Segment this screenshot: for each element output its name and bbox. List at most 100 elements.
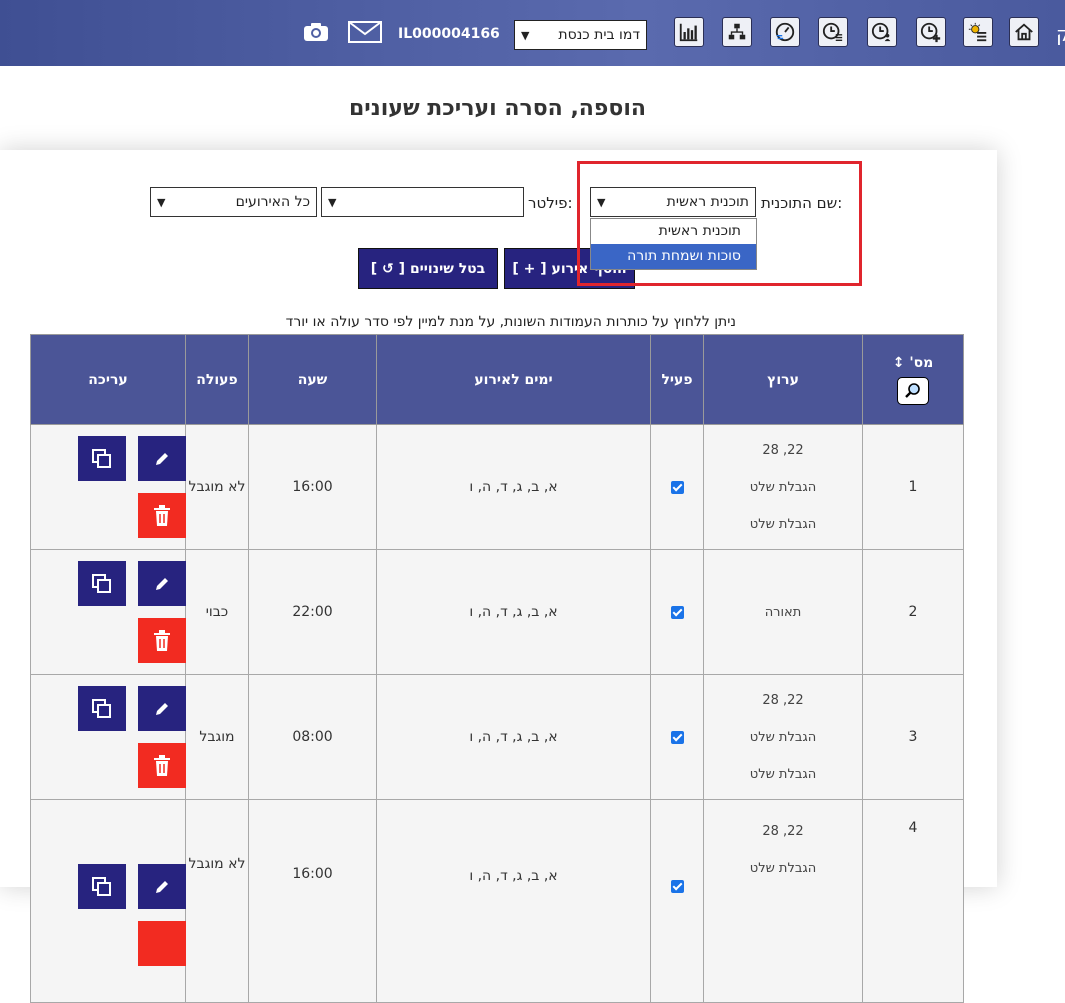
- row-time: 16:00: [248, 799, 377, 1003]
- trash-icon: [154, 504, 170, 526]
- column-header-active[interactable]: פעיל: [650, 334, 704, 425]
- route-line: הגבלת שלט: [749, 479, 817, 495]
- column-header-number[interactable]: מס' ↕: [862, 334, 964, 425]
- home-icon[interactable]: [1009, 17, 1039, 47]
- events-select-value: כל האירועים: [235, 194, 310, 210]
- synagogue-select-value: דמו בית כנסת: [558, 27, 640, 43]
- table-row: 3 22, 28 הגבלת שלט הגבלת שלט א, ב, ג, ד,…: [30, 674, 964, 800]
- highlight-box: [577, 161, 862, 286]
- column-header-action[interactable]: פעולה: [185, 334, 249, 425]
- row-action: לא מוגבל: [185, 799, 249, 1003]
- pencil-icon: [156, 702, 168, 715]
- row-days: א, ב, ג, ד, ה, ו: [376, 674, 651, 800]
- chevron-down-icon: ▼: [157, 195, 166, 209]
- column-header-number-label: מס' ↕: [892, 354, 934, 371]
- speed-timer-icon[interactable]: [770, 17, 800, 47]
- page-title: הוספה, הסרה ועריכת שעונים: [348, 96, 647, 121]
- route-line: הגבלת שלט: [749, 766, 817, 782]
- synagogue-select[interactable]: ▼ דמו בית כנסת: [514, 20, 647, 50]
- row-route: 22, 28 הגבלת שלט הגבלת שלט: [703, 424, 863, 550]
- delete-button[interactable]: [138, 493, 186, 538]
- route-line: תאורה: [764, 604, 802, 620]
- topbar-edge-text: ק: [1056, 22, 1065, 46]
- account-id: IL000004166: [398, 26, 500, 42]
- trash-icon: [154, 754, 170, 776]
- copy-icon: [92, 448, 111, 468]
- clock-add-icon[interactable]: [916, 17, 946, 47]
- row-days: א, ב, ג, ד, ה, ו: [376, 549, 651, 675]
- column-header-edit[interactable]: עריכה: [30, 334, 186, 425]
- clock-person-icon[interactable]: [867, 17, 897, 47]
- route-line: 22, 28: [762, 824, 804, 839]
- duplicate-button[interactable]: [78, 686, 126, 731]
- bar-chart-icon[interactable]: [674, 17, 704, 47]
- row-time: 08:00: [248, 674, 377, 800]
- row-edit-cell: [30, 424, 186, 550]
- row-days: א, ב, ג, ד, ה, ו: [376, 424, 651, 550]
- row-time: 16:00: [248, 424, 377, 550]
- pencil-icon: [156, 452, 168, 465]
- row-route: 22, 28 הגבלת שלט: [703, 799, 863, 1003]
- row-action: מוגבל: [185, 674, 249, 800]
- chevron-down-icon: ▼: [328, 195, 337, 209]
- sitemap-icon[interactable]: [722, 17, 752, 47]
- route-line: 22, 28: [762, 442, 804, 458]
- delete-button[interactable]: [138, 618, 186, 663]
- events-select[interactable]: ▼ כל האירועים: [150, 187, 317, 217]
- edit-button[interactable]: [138, 686, 186, 731]
- row-edit-cell: [30, 799, 186, 1003]
- row-days: א, ב, ג, ד, ה, ו: [376, 799, 651, 1003]
- cancel-changes-button[interactable]: [ ↺ ] בטל שינויים: [358, 248, 498, 289]
- search-icon[interactable]: [897, 376, 929, 405]
- clock-list-icon[interactable]: [818, 17, 848, 47]
- weather-icon[interactable]: [963, 17, 993, 47]
- row-edit-cell: [30, 549, 186, 675]
- edit-button[interactable]: [138, 561, 186, 606]
- row-active: [650, 799, 704, 1003]
- column-header-days[interactable]: ימים לאירוע: [376, 334, 651, 425]
- duplicate-button[interactable]: [78, 436, 126, 481]
- filter-select[interactable]: ▼: [321, 187, 524, 217]
- column-header-time[interactable]: שעה: [248, 334, 377, 425]
- trash-icon: [154, 629, 170, 651]
- camera-icon[interactable]: [303, 22, 329, 46]
- active-checkbox[interactable]: [670, 879, 684, 893]
- route-line: הגבלת שלט: [749, 861, 817, 876]
- route-line: הגבלת שלט: [749, 729, 817, 745]
- copy-icon: [92, 573, 111, 593]
- row-number: 2: [862, 549, 964, 675]
- table-row: 4 22, 28 הגבלת שלט א, ב, ג, ד, ה, ו 16:0…: [30, 799, 964, 1003]
- table-row: 2 תאורה א, ב, ג, ד, ה, ו 22:00 כבוי: [30, 549, 964, 675]
- top-navigation-bar: ק ▼ דמו בית כנסת IL000004166: [0, 0, 1065, 66]
- edit-button[interactable]: [138, 436, 186, 481]
- route-line: 22, 28: [762, 692, 804, 708]
- clocks-table: מס' ↕ ערוץ פעיל ימים לאירוע שעה פעולה ער…: [30, 334, 964, 1003]
- active-checkbox[interactable]: [670, 605, 684, 619]
- duplicate-button[interactable]: [78, 561, 126, 606]
- chevron-down-icon: ▼: [521, 28, 530, 42]
- row-time: 22:00: [248, 549, 377, 675]
- active-checkbox[interactable]: [670, 480, 684, 494]
- route-line: הגבלת שלט: [749, 516, 817, 532]
- delete-button[interactable]: [138, 743, 186, 788]
- pencil-icon: [156, 577, 168, 590]
- row-route: תאורה: [703, 549, 863, 675]
- row-active: [650, 549, 704, 675]
- column-header-route[interactable]: ערוץ: [703, 334, 863, 425]
- row-number: 4: [862, 799, 964, 1003]
- row-number: 3: [862, 674, 964, 800]
- row-number: 1: [862, 424, 964, 550]
- row-action: לא מוגבל: [185, 424, 249, 550]
- active-checkbox[interactable]: [670, 730, 684, 744]
- row-edit-cell: [30, 674, 186, 800]
- table-row: 1 22, 28 הגבלת שלט הגבלת שלט א, ב, ג, ד,…: [30, 424, 964, 550]
- mail-icon[interactable]: [348, 21, 382, 47]
- row-route: 22, 28 הגבלת שלט הגבלת שלט: [703, 674, 863, 800]
- row-active: [650, 674, 704, 800]
- delete-button[interactable]: [138, 921, 186, 966]
- row-action: כבוי: [185, 549, 249, 675]
- row-active: [650, 424, 704, 550]
- copy-icon: [92, 698, 111, 718]
- filter-label: פילטר:: [528, 194, 573, 212]
- sort-hint-text: ניתן ללחוץ על כותרות העמודות השונות, על …: [285, 314, 736, 330]
